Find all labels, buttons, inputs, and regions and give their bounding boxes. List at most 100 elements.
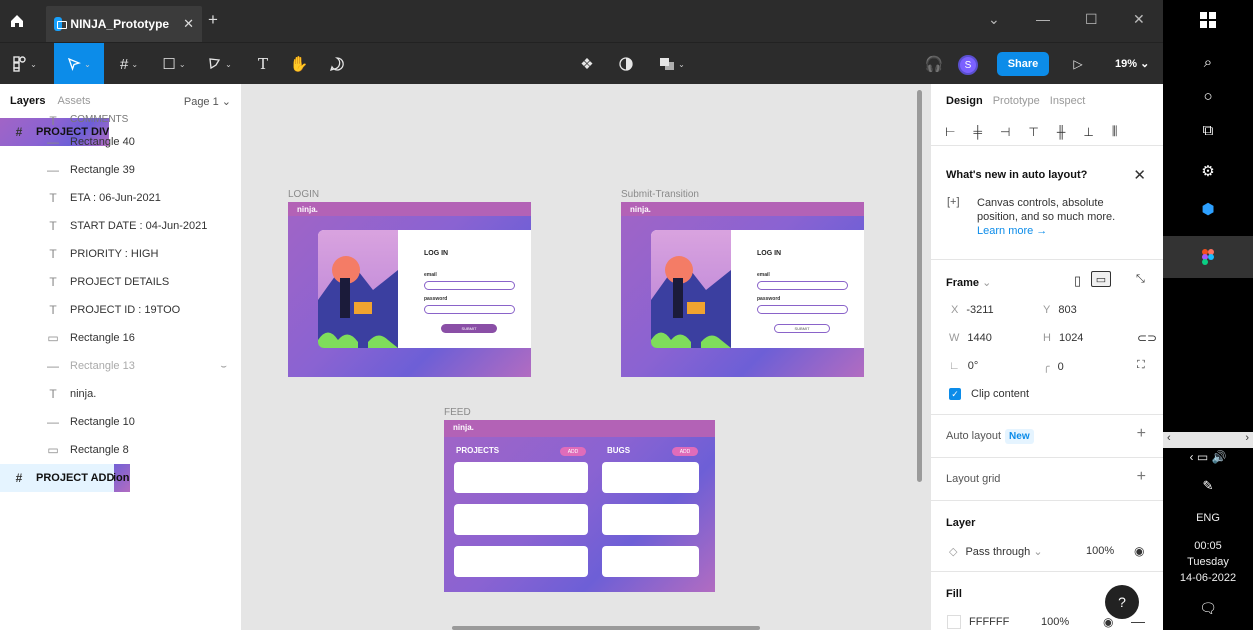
office-app-icon[interactable]: ⬢	[1163, 200, 1253, 218]
add-bug-button[interactable]: ADD	[672, 447, 698, 456]
add-project-button[interactable]: ADD	[560, 447, 586, 456]
windows-start-icon[interactable]	[1200, 12, 1216, 28]
layer-item[interactable]: T COMMENTS	[0, 114, 241, 128]
zoom-level[interactable]: 19% ⌄	[1115, 57, 1149, 70]
figma-taskbar-item[interactable]	[1163, 236, 1253, 278]
landscape-icon[interactable]: ▭	[1091, 271, 1111, 287]
submit-transition-frame[interactable]: ninja. LOG IN email password SUBMIT	[621, 202, 864, 377]
language-indicator[interactable]: ENG	[1163, 512, 1253, 524]
maximize-button[interactable]: ☐	[1085, 11, 1098, 28]
width-field[interactable]: W 1440	[949, 332, 992, 344]
submit-button[interactable]: SUBMIT	[441, 324, 497, 333]
chevron-left-icon[interactable]: ‹	[1167, 432, 1171, 444]
y-field[interactable]: Y 803	[1043, 304, 1077, 316]
clip-content-checkbox[interactable]: ✓	[949, 388, 961, 400]
height-field[interactable]: H 1024	[1043, 332, 1083, 344]
frame-type-selector[interactable]: Frame ⌄	[946, 276, 991, 289]
blend-mode-select[interactable]: ◇ Pass through ⌄	[949, 545, 1043, 558]
text-tool-button[interactable]: T	[248, 43, 278, 85]
submit-button[interactable]: SUBMIT	[774, 324, 830, 333]
feed-frame[interactable]: ninja. PROJECTS ADD BUGS ADD	[444, 420, 715, 592]
corner-radius-field[interactable]: ╭ 0	[1043, 360, 1064, 373]
canvas[interactable]: LOGIN ninja. LOG IN email password SUBMI…	[242, 84, 930, 630]
align-left-icon[interactable]: ⊢	[945, 125, 955, 139]
password-field[interactable]	[424, 305, 515, 314]
hidden-eye-icon[interactable]: ⌣	[220, 361, 227, 372]
portrait-icon[interactable]: ▯	[1074, 273, 1081, 289]
home-icon[interactable]	[8, 12, 26, 30]
tray-icons[interactable]: ‹ ▭ 🔊	[1163, 450, 1253, 464]
layer-item[interactable]: ▭ Rectangle 16	[0, 324, 241, 352]
layer-item[interactable]: T PROJECT DETAILS	[0, 268, 241, 296]
distribute-icon[interactable]: ⫼	[1112, 124, 1118, 139]
clock-day[interactable]: Tuesday	[1163, 556, 1253, 568]
move-tool-button[interactable]: ⌄	[54, 43, 104, 85]
fill-hex-field[interactable]: FFFFFF	[969, 616, 1009, 628]
horizontal-scrollbar[interactable]	[452, 626, 760, 630]
layer-opacity-field[interactable]: 100%	[1086, 545, 1114, 557]
audio-button[interactable]: 🎧	[920, 43, 948, 85]
frame-label-login[interactable]: LOGIN	[288, 189, 319, 200]
align-bottom-icon[interactable]: ⊥	[1083, 125, 1093, 139]
share-button[interactable]: Share	[997, 52, 1049, 76]
settings-gear-icon[interactable]: ⚙	[1163, 162, 1253, 180]
present-button[interactable]: ▷	[1064, 43, 1092, 85]
components-button[interactable]: ❖	[572, 43, 602, 85]
file-tab[interactable]: NINJA_Prototype ✕	[46, 6, 202, 42]
fill-swatch[interactable]	[947, 615, 961, 629]
login-frame[interactable]: ninja. LOG IN email password SUBMIT	[288, 202, 531, 377]
bug-card[interactable]	[602, 546, 699, 577]
rotation-field[interactable]: ∟ 0°	[949, 360, 978, 372]
add-layout-grid-button[interactable]: +	[1137, 468, 1146, 486]
password-field[interactable]	[757, 305, 848, 314]
help-button[interactable]: ?	[1105, 585, 1139, 619]
layer-item[interactable]: T START DATE : 04-Jun-2021	[0, 212, 241, 240]
boolean-button[interactable]: ⌄	[652, 43, 692, 85]
clock-date[interactable]: 14-06-2022	[1163, 572, 1253, 584]
align-top-icon[interactable]: ⊤	[1028, 125, 1038, 139]
layer-item[interactable]: — Rectangle 39	[0, 156, 241, 184]
layer-item[interactable]: Tninja.	[0, 380, 241, 408]
x-field[interactable]: X -3211	[951, 304, 994, 316]
remove-fill-icon[interactable]: —	[1131, 613, 1145, 629]
taskbar-scroll[interactable]: ‹ ›	[1163, 432, 1253, 448]
vertical-scrollbar[interactable]	[917, 90, 922, 482]
email-field[interactable]	[424, 281, 515, 290]
align-right-icon[interactable]: ⊣	[1000, 125, 1010, 139]
pen-tool-button[interactable]: ⌄	[198, 43, 242, 85]
fill-eye-icon[interactable]: ◉	[1103, 615, 1113, 629]
layer-item[interactable]: ▭ Rectangle 8	[0, 436, 241, 464]
task-view-icon[interactable]: ⧉	[1163, 122, 1253, 139]
add-auto-layout-button[interactable]: +	[1137, 425, 1146, 443]
tab-inspect[interactable]: Inspect	[1050, 95, 1085, 107]
avatar[interactable]: S	[958, 55, 978, 75]
tab-prototype[interactable]: Prototype	[993, 95, 1040, 107]
tab-layers[interactable]: Layers	[10, 95, 45, 107]
learn-more-link[interactable]: Learn more →	[977, 225, 1047, 237]
chevron-down-icon[interactable]: ⌄	[988, 11, 1000, 28]
bug-card[interactable]	[602, 504, 699, 535]
close-window-button[interactable]: ✕	[1133, 11, 1145, 28]
independent-corners-icon[interactable]: ⛶	[1137, 359, 1145, 372]
constrain-proportions-icon[interactable]: ⊂⊃	[1137, 331, 1157, 345]
frame-label-feed[interactable]: FEED	[444, 407, 471, 418]
clock-time[interactable]: 00:05	[1163, 540, 1253, 552]
project-card[interactable]	[454, 546, 588, 577]
pen-tray-icon[interactable]: ✎	[1163, 478, 1253, 494]
align-center-h-icon[interactable]: ╪	[973, 125, 982, 139]
project-card[interactable]	[454, 462, 588, 493]
align-center-v-icon[interactable]: ╫	[1057, 125, 1066, 139]
main-menu-button[interactable]: ⌄	[0, 43, 50, 85]
mask-button[interactable]	[612, 43, 640, 85]
eye-icon[interactable]: ◉	[1134, 544, 1144, 558]
new-tab-button[interactable]: +	[208, 10, 218, 30]
close-icon[interactable]: ✕	[1133, 166, 1146, 184]
bug-card[interactable]	[602, 462, 699, 493]
minimize-button[interactable]: —	[1036, 11, 1050, 27]
email-field[interactable]	[757, 281, 848, 290]
frame-tool-button[interactable]: # ⌄	[108, 43, 150, 85]
layer-item[interactable]: T PROJECT ID : 19TOO	[0, 296, 241, 324]
layer-item[interactable]: T ETA : 06-Jun-2021	[0, 184, 241, 212]
layer-frame[interactable]: #PROJECT ADD	[0, 464, 115, 492]
shape-tool-button[interactable]: ☐ ⌄	[152, 43, 196, 85]
